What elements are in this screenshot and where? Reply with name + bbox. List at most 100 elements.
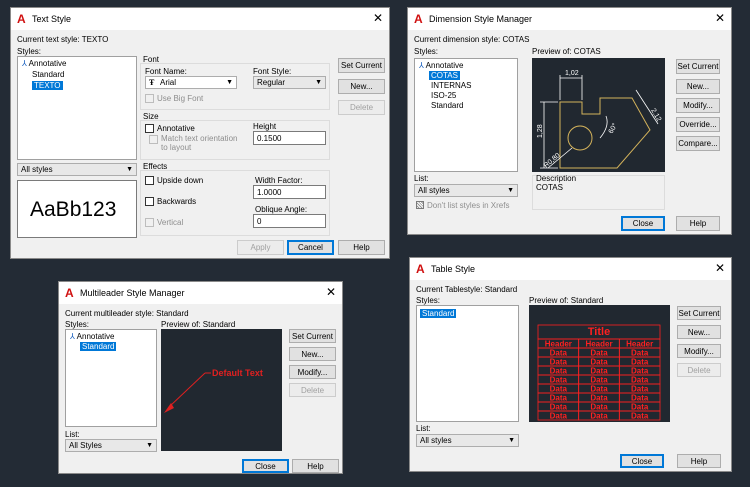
backwards-checkbox[interactable] xyxy=(145,197,154,206)
match-orientation-checkbox[interactable] xyxy=(149,135,158,144)
styles-label: Styles: xyxy=(414,47,439,56)
truetype-icon: Ŧ xyxy=(149,78,155,87)
close-button[interactable]: Close xyxy=(620,454,664,468)
table-data-text: Data xyxy=(590,385,608,394)
description-value: COTAS xyxy=(536,183,563,192)
delete-button[interactable]: Delete xyxy=(289,383,336,397)
text-style-titlebar[interactable]: A Text Style ✕ xyxy=(11,8,389,30)
table-data-text: Data xyxy=(550,358,568,367)
autocad-logo-icon: A xyxy=(17,12,26,26)
annotative-checkbox[interactable] xyxy=(145,124,154,133)
table-data-text: Data xyxy=(590,367,608,376)
table-header-text: Header xyxy=(626,340,653,349)
list-item-selected[interactable]: COTAS xyxy=(429,71,460,80)
vertical-checkbox[interactable] xyxy=(145,218,154,227)
help-button[interactable]: Help xyxy=(292,459,339,473)
chevron-down-icon: ▼ xyxy=(146,442,153,449)
list-item[interactable]: ISO-25 xyxy=(431,91,456,100)
list-label: List: xyxy=(65,430,80,439)
new-button[interactable]: New... xyxy=(677,325,721,339)
set-current-button[interactable]: Set Current xyxy=(677,306,721,320)
list-item-selected[interactable]: Standard xyxy=(420,309,457,318)
delete-button[interactable]: Delete xyxy=(338,100,385,115)
font-style-select[interactable]: Regular ▼ xyxy=(253,76,326,89)
dimension-styles-list[interactable]: ⅄ Annotative COTAS INTERNAS ISO-25 Stand… xyxy=(414,58,518,172)
close-icon[interactable]: ✕ xyxy=(373,11,383,25)
multileader-style-dialog: A Multileader Style Manager ✕ Current mu… xyxy=(58,281,343,474)
table-preview-drawing: Title Header Header HeaderData Data DataData… xyxy=(537,324,661,421)
use-big-font-checkbox[interactable] xyxy=(145,94,154,103)
table-data-text: Data xyxy=(550,349,568,358)
table-data-text: Data xyxy=(590,376,608,385)
styles-label: Styles: xyxy=(65,320,90,329)
preview-label: Preview of: Standard xyxy=(161,320,236,329)
new-button[interactable]: New... xyxy=(676,79,720,94)
font-name-select[interactable]: Ŧ Arial ▼ xyxy=(145,76,237,89)
multileader-styles-list[interactable]: ⅄ Annotative Standard xyxy=(65,329,157,427)
set-current-button[interactable]: Set Current xyxy=(338,58,385,73)
table-data-text: Data xyxy=(550,394,568,403)
set-current-button[interactable]: Set Current xyxy=(289,329,336,343)
override-button[interactable]: Override... xyxy=(676,117,720,132)
list-item[interactable]: ⅄ Annotative xyxy=(70,332,114,341)
table-title-text: Title xyxy=(588,326,610,338)
list-filter-select[interactable]: All Styles ▼ xyxy=(65,439,157,452)
modify-button[interactable]: Modify... xyxy=(676,98,720,113)
cancel-button[interactable]: Cancel xyxy=(287,240,334,255)
list-filter-select[interactable]: All styles ▼ xyxy=(416,434,519,447)
list-item[interactable]: ⅄ Annotative xyxy=(419,61,463,70)
table-data-text: Data xyxy=(550,367,568,376)
style-filter-select[interactable]: All styles ▼ xyxy=(17,163,137,176)
list-item[interactable]: INTERNAS xyxy=(431,81,471,90)
multileader-preview-drawing: Default Text xyxy=(164,368,263,413)
chevron-down-icon: ▼ xyxy=(126,166,133,173)
oblique-angle-input[interactable]: 0 xyxy=(253,214,326,228)
list-item-selected[interactable]: TEXTO xyxy=(32,81,63,90)
current-tablestyle-label: Current Tablestyle: Standard xyxy=(416,285,518,294)
list-item[interactable]: Standard xyxy=(32,70,64,79)
table-data-text: Data xyxy=(590,403,608,412)
help-button[interactable]: Help xyxy=(676,216,720,231)
compare-button[interactable]: Compare... xyxy=(676,136,720,151)
list-filter-select[interactable]: All styles ▼ xyxy=(414,184,518,197)
new-button[interactable]: New... xyxy=(289,347,336,361)
close-button[interactable]: Close xyxy=(621,216,665,231)
close-icon[interactable]: ✕ xyxy=(326,285,336,299)
chevron-down-icon: ▼ xyxy=(226,79,233,86)
table-styles-list[interactable]: Standard xyxy=(416,305,519,422)
height-input[interactable]: 0.1500 xyxy=(253,131,326,145)
table-data-text: Data xyxy=(550,412,568,421)
dont-list-xrefs-label: Don't list styles in Xrefs xyxy=(427,201,510,210)
list-item[interactable]: ⅄ Annotative xyxy=(22,59,66,68)
help-button[interactable]: Help xyxy=(338,240,385,255)
table-data-text: Data xyxy=(631,403,649,412)
dont-list-xrefs-checkbox[interactable] xyxy=(416,201,424,209)
modify-button[interactable]: Modify... xyxy=(677,344,721,358)
close-icon[interactable]: ✕ xyxy=(715,11,725,25)
multileader-style-title: Multileader Style Manager xyxy=(80,288,185,298)
dim-radius-value: R0,80 xyxy=(543,152,562,169)
delete-button[interactable]: Delete xyxy=(677,363,721,377)
new-button[interactable]: New... xyxy=(338,79,385,94)
apply-button[interactable]: Apply xyxy=(237,240,284,255)
table-data-text: Data xyxy=(550,376,568,385)
list-item[interactable]: Standard xyxy=(431,101,463,110)
annotative-icon: ⅄ xyxy=(22,59,27,68)
modify-button[interactable]: Modify... xyxy=(289,365,336,379)
match-orientation-label: Match text orientation to layout xyxy=(161,134,238,152)
backwards-label: Backwards xyxy=(157,197,197,206)
help-button[interactable]: Help xyxy=(677,454,721,468)
upside-down-checkbox[interactable] xyxy=(145,176,154,185)
list-item-selected[interactable]: Standard xyxy=(80,342,117,351)
dimension-style-titlebar[interactable]: A Dimension Style Manager ✕ xyxy=(408,8,731,30)
current-dimension-style-label: Current dimension style: COTAS xyxy=(414,35,530,44)
text-styles-list[interactable]: ⅄ Annotative Standard TEXTO xyxy=(17,56,137,160)
close-icon[interactable]: ✕ xyxy=(715,261,725,275)
table-preview: Title Header Header Header Data Data Data Data… xyxy=(529,305,670,422)
current-text-style-label: Current text style: TEXTO xyxy=(17,35,109,44)
multileader-style-titlebar[interactable]: A Multileader Style Manager ✕ xyxy=(59,282,342,304)
close-button[interactable]: Close xyxy=(242,459,289,473)
table-style-titlebar[interactable]: A Table Style ✕ xyxy=(410,258,731,280)
width-factor-input[interactable]: 1.0000 xyxy=(253,185,326,199)
set-current-button[interactable]: Set Current xyxy=(676,59,720,74)
